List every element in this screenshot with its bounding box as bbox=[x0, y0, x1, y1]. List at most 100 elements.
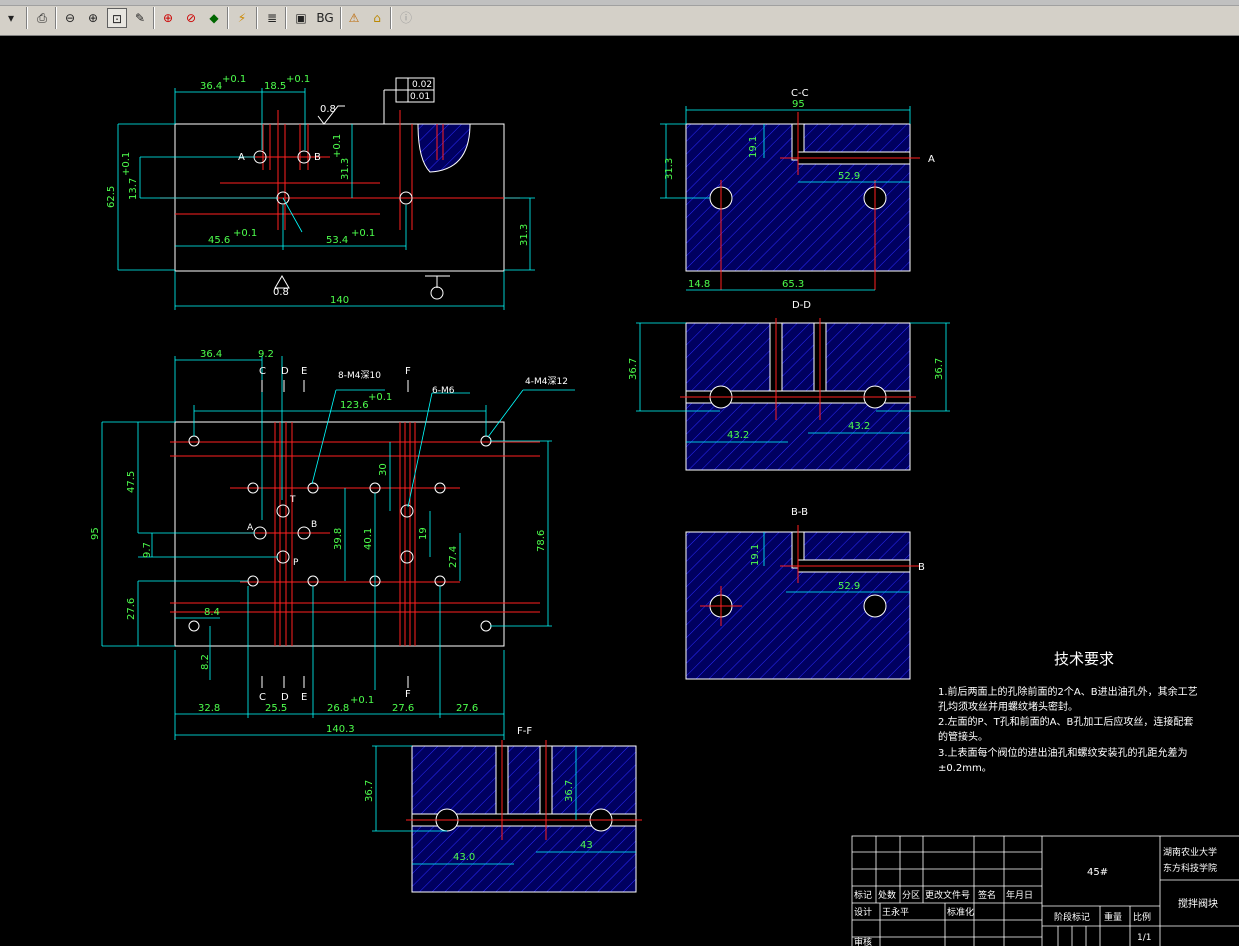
title-block-school-2: 东方科技学院 bbox=[1163, 862, 1217, 874]
dim-front-62.5: 62.5 bbox=[106, 186, 117, 208]
title-block-material: 45# bbox=[1087, 867, 1108, 878]
dim-front-45.6-tol: +0.1 bbox=[233, 228, 257, 239]
zoom-dynamic-icon[interactable]: ✎ bbox=[130, 8, 150, 28]
dim-top-27.6-right: 27.6 bbox=[456, 703, 478, 714]
dim-top-95: 95 bbox=[90, 527, 101, 540]
toolbar-separator bbox=[390, 7, 392, 29]
partial-section bbox=[417, 123, 471, 173]
dim-top-123.6-tol: +0.1 bbox=[368, 392, 392, 403]
dim-dd-36.7-left: 36.7 bbox=[628, 358, 639, 380]
toolbar-separator bbox=[55, 7, 57, 29]
dim-dd-36.7-right: 36.7 bbox=[934, 358, 945, 380]
dim-ff-36.7-right: 36.7 bbox=[564, 780, 575, 802]
frame-icon[interactable]: ▣ bbox=[291, 8, 311, 28]
technical-requirements: 技术要求 1.前后两面上的孔除前面的2个A、B进出油孔外，其余工艺 孔均须攻丝并… bbox=[938, 650, 1198, 774]
section-bb-label-b: B bbox=[918, 562, 925, 573]
dim-top-9.2: 9.2 bbox=[258, 349, 274, 360]
zoom-previous-icon[interactable]: ⊘ bbox=[181, 8, 201, 28]
tb-stage-mark: 阶段标记 bbox=[1054, 911, 1090, 923]
front-label-b: B bbox=[314, 152, 321, 163]
toolbar-separator bbox=[340, 7, 342, 29]
dim-top-27.6-mid: 27.6 bbox=[392, 703, 414, 714]
dim-front-18.5: 18.5 bbox=[264, 81, 286, 92]
dim-cc-95: 95 bbox=[792, 99, 805, 110]
dim-top-27.4: 27.4 bbox=[448, 546, 459, 568]
dim-cc-19.1: 19.1 bbox=[748, 136, 759, 158]
tb-review: 审核 bbox=[854, 936, 872, 946]
dim-front-140: 140 bbox=[330, 295, 349, 306]
tech-req-line-5: 3.上表面每个阀位的进出油孔和螺纹安装孔的孔距允差为 bbox=[938, 746, 1188, 759]
toolbar-separator bbox=[26, 7, 28, 29]
zoom-extents-icon[interactable]: ⊕ bbox=[158, 8, 178, 28]
toolbar-separator bbox=[153, 7, 155, 29]
toolbar-separator bbox=[227, 7, 229, 29]
pan-icon[interactable]: ◆ bbox=[204, 8, 224, 28]
top-letter-b: B bbox=[311, 520, 317, 530]
settings-icon[interactable]: ⚠ bbox=[344, 8, 364, 28]
top-letter-a: A bbox=[247, 523, 254, 533]
print-icon[interactable]: ⎙ bbox=[32, 8, 52, 28]
dim-cc-65.3: 65.3 bbox=[782, 279, 804, 290]
layer-toggle-icon[interactable]: ⚡ bbox=[232, 8, 252, 28]
section-cc: C-C 95 19.1 31.3 52.9 14.8 65.3 A bbox=[660, 88, 935, 291]
dim-top-25.5: 25.5 bbox=[265, 703, 287, 714]
dim-cc-52.9: 52.9 bbox=[838, 171, 860, 182]
layers-icon[interactable]: ≣ bbox=[262, 8, 282, 28]
front-label-a: A bbox=[238, 152, 245, 163]
dim-front-roughness-bottom: 0.8 bbox=[273, 287, 289, 298]
tech-req-title: 技术要求 bbox=[1054, 650, 1114, 668]
dim-top-27.6-left: 27.6 bbox=[126, 598, 137, 620]
tb-standardization: 标准化 bbox=[947, 906, 974, 918]
title-block-school-1: 湖南农业大学 bbox=[1163, 846, 1217, 858]
dim-ff-36.7-left: 36.7 bbox=[364, 780, 375, 802]
callout-m4-depth10: 8-M4深10 bbox=[338, 370, 381, 381]
section-mark-d-bottom: D bbox=[281, 692, 289, 703]
tb-weight: 重量 bbox=[1104, 911, 1122, 923]
tb-scale-label: 比例 bbox=[1133, 911, 1151, 923]
dim-front-31.3-tol: +0.1 bbox=[332, 134, 343, 158]
gdt-top-value: 0.02 bbox=[412, 80, 432, 90]
section-mark-f-top: F bbox=[405, 366, 411, 377]
callout-m4-depth12: 4-M4深12 bbox=[525, 376, 568, 387]
home-icon[interactable]: ⌂ bbox=[367, 8, 387, 28]
dim-top-123.6: 123.6 bbox=[340, 400, 369, 411]
zoom-window-icon[interactable]: ⊡ bbox=[107, 8, 127, 28]
dim-top-36.4: 36.4 bbox=[200, 349, 222, 360]
toolbar-separator bbox=[285, 7, 287, 29]
file-menu-icon[interactable]: ▾ bbox=[0, 8, 22, 28]
bg-button[interactable]: BG bbox=[313, 8, 337, 28]
tech-req-line-2: 孔均须攻丝并用螺纹堵头密封。 bbox=[938, 700, 1078, 713]
drawing-canvas[interactable]: 0.02 0.01 A B 36.4 +0.1 18.5 +0.1 0.8 62… bbox=[0, 36, 1239, 946]
info-icon[interactable]: ⓘ bbox=[396, 8, 416, 28]
title-block: 45# 湖南农业大学 东方科技学院 搅拌阀块 标记 处数 分区 更改文件号 签名… bbox=[851, 835, 1239, 946]
dim-cc-31.3: 31.3 bbox=[664, 158, 675, 180]
dim-dd-43.2-right: 43.2 bbox=[848, 421, 870, 432]
dim-top-8.4: 8.4 bbox=[204, 607, 220, 618]
dim-cc-14.8: 14.8 bbox=[688, 279, 710, 290]
tb-designer: 王永平 bbox=[882, 906, 909, 918]
dim-top-19: 19 bbox=[418, 527, 429, 540]
top-letter-t: T bbox=[289, 495, 296, 505]
tech-req-line-3: 2.左面的P、T孔和前面的A、B孔加工后应攻丝，连接配套 bbox=[938, 715, 1193, 728]
tb-signature: 签名 bbox=[978, 889, 996, 901]
dim-front-36.4: 36.4 bbox=[200, 81, 222, 92]
section-mark-e-bottom: E bbox=[301, 692, 307, 703]
zoom-in-icon[interactable]: ⊕ bbox=[83, 8, 103, 28]
dim-front-36.4-tol: +0.1 bbox=[222, 74, 246, 85]
section-bb-title: B-B bbox=[791, 507, 808, 518]
section-dd: D-D 36.7 36.7 43.2 43.2 bbox=[628, 300, 950, 471]
zoom-out-icon[interactable]: ⊖ bbox=[60, 8, 80, 28]
dim-top-140.3: 140.3 bbox=[326, 724, 355, 735]
section-mark-e-top: E bbox=[301, 366, 307, 377]
section-cc-title: C-C bbox=[791, 88, 809, 99]
dim-top-47.5: 47.5 bbox=[126, 471, 137, 493]
dim-top-40.1: 40.1 bbox=[363, 528, 374, 550]
top-view: C D E F C D E F 8-M4深10 6-M6 4-M4深12 A B… bbox=[90, 349, 575, 740]
dim-front-53.4: 53.4 bbox=[326, 235, 348, 246]
tech-req-line-6: ±0.2mm。 bbox=[938, 763, 992, 774]
top-letter-p: P bbox=[293, 558, 299, 568]
tb-change-doc: 更改文件号 bbox=[925, 889, 970, 901]
section-bb: B-B 19.1 52.9 B bbox=[685, 507, 925, 680]
dim-top-9.7: 9.7 bbox=[142, 542, 153, 558]
front-view: 0.02 0.01 A B 36.4 +0.1 18.5 +0.1 0.8 62… bbox=[106, 74, 535, 310]
